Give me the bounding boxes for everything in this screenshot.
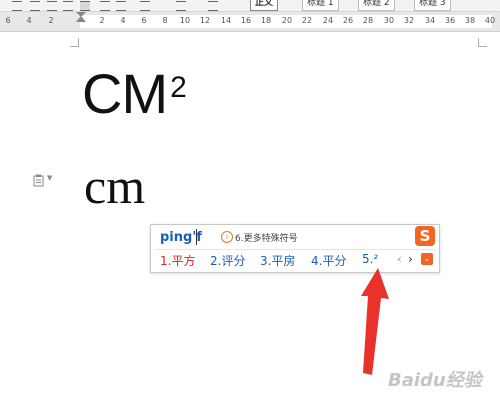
baidu-watermark: Baidu经验 xyxy=(388,370,482,391)
annotation-arrow xyxy=(361,268,389,375)
